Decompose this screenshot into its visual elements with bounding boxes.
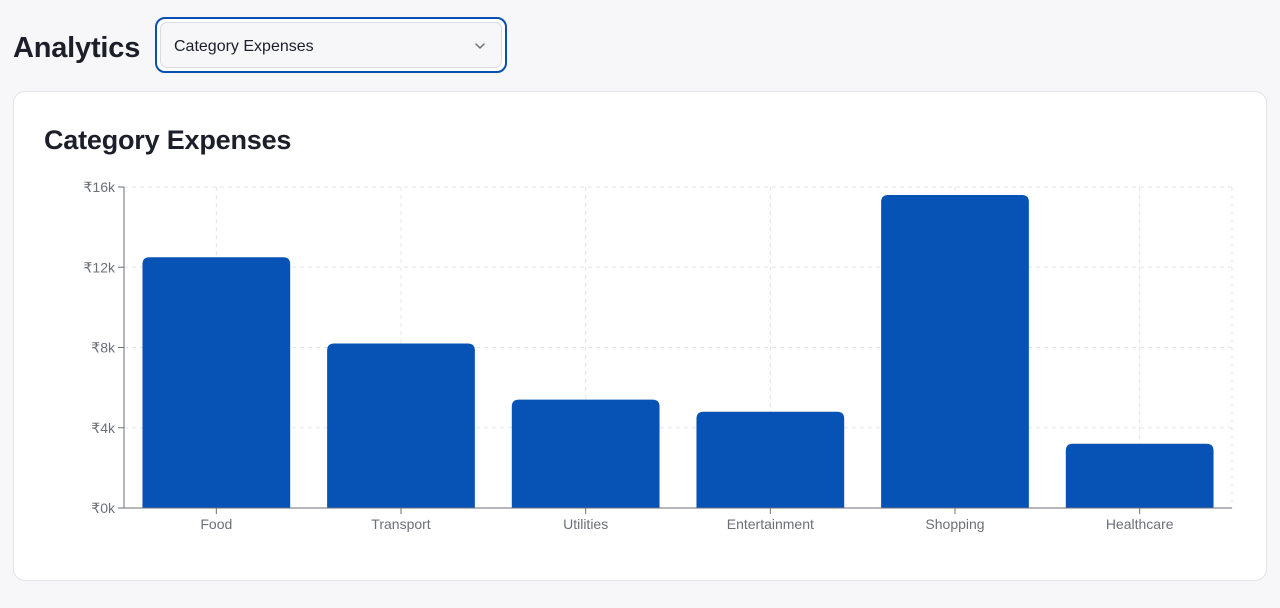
y-tick-label: ₹0k	[91, 500, 116, 516]
bar-food	[142, 257, 291, 508]
bar-entertainment	[696, 411, 845, 508]
y-tick-label: ₹16k	[84, 179, 116, 195]
chart-card: Category Expenses ₹0k ₹4k ₹8k ₹12k ₹16k Food T…	[13, 91, 1267, 581]
y-tick-label: ₹8k	[91, 340, 116, 356]
x-tick-label: Utilities	[563, 516, 608, 532]
bar-healthcare	[1065, 443, 1214, 508]
chevron-down-icon	[475, 43, 485, 49]
page-title: Analytics	[13, 32, 141, 64]
x-tick-label: Healthcare	[1106, 516, 1174, 532]
bar-utilities	[511, 399, 660, 508]
x-tick-label: Food	[200, 516, 232, 532]
chart-type-select[interactable]: Category Expenses	[155, 17, 507, 73]
select-value: Category Expenses	[174, 38, 314, 55]
header: Analytics Category Expenses	[0, 0, 1280, 92]
bar-transport	[327, 343, 475, 508]
y-tick-label: ₹12k	[84, 259, 116, 275]
bar-shopping	[881, 195, 1029, 508]
y-tick-label: ₹4k	[91, 420, 116, 436]
bar-chart: ₹0k ₹4k ₹8k ₹12k ₹16k Food Transport Utilities E…	[84, 179, 1233, 532]
x-tick-label: Transport	[371, 516, 431, 532]
x-tick-label: Shopping	[925, 516, 984, 532]
x-tick-label: Entertainment	[727, 516, 814, 532]
